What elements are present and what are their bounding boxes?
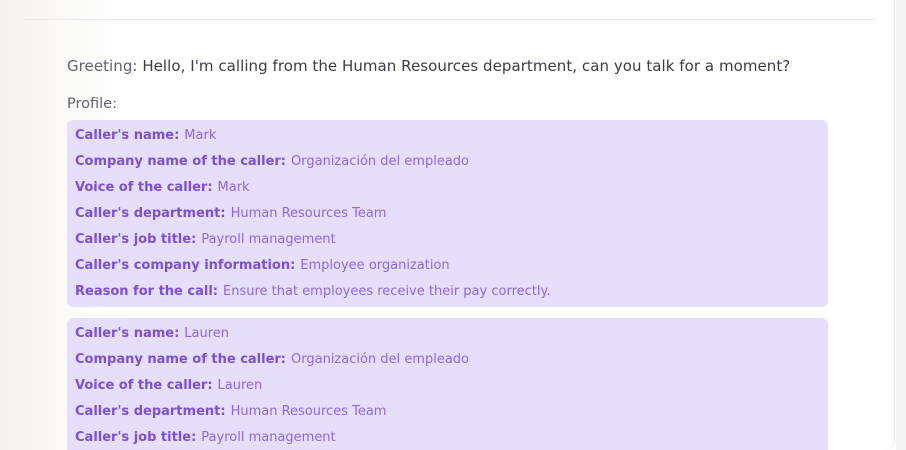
row-key: Voice of the caller:: [75, 180, 213, 195]
row-key: Caller's job title:: [75, 232, 197, 247]
profile-row-company-name: Company name of the caller: Organización …: [75, 352, 469, 367]
scrollbar[interactable]: [896, 0, 906, 450]
profile-row-department: Caller's department: Human Resources Team: [75, 404, 386, 419]
profile-label: Profile:: [67, 96, 117, 112]
row-key: Caller's company information:: [75, 258, 296, 273]
row-value: Mark: [184, 128, 217, 143]
row-key: Reason for the call:: [75, 284, 218, 299]
row-value: Payroll management: [201, 232, 336, 247]
row-value: Lauren: [184, 326, 230, 341]
profile-row-caller-name: Caller's name: Mark: [75, 128, 216, 143]
profile-row-voice: Voice of the caller: Lauren: [75, 378, 262, 393]
row-value: Employee organization: [300, 258, 450, 273]
row-key: Company name of the caller:: [75, 154, 287, 169]
profile-row-job-title: Caller's job title: Payroll management: [75, 430, 336, 445]
profile-card: Caller's name: Lauren Company name of the…: [67, 318, 828, 450]
row-key: Caller's name:: [75, 128, 180, 143]
profile-row-job-title: Caller's job title: Payroll management: [75, 232, 336, 247]
row-key: Caller's department:: [75, 404, 226, 419]
row-key: Caller's job title:: [75, 430, 197, 445]
row-value: Mark: [217, 180, 250, 195]
profile-row-voice: Voice of the caller: Mark: [75, 180, 250, 195]
row-value: Human Resources Team: [230, 404, 387, 419]
top-divider: [24, 19, 876, 20]
row-key: Company name of the caller:: [75, 352, 287, 367]
profile-row-company-name: Company name of the caller: Organización …: [75, 154, 469, 169]
row-key: Voice of the caller:: [75, 378, 213, 393]
row-value: Lauren: [217, 378, 263, 393]
profile-row-department: Caller's department: Human Resources Team: [75, 206, 386, 221]
row-value: Ensure that employees receive their pay …: [222, 284, 551, 299]
profile-row-reason: Reason for the call: Ensure that employee…: [75, 284, 550, 299]
row-key: Caller's name:: [75, 326, 180, 341]
row-value: Organización del empleado: [291, 154, 469, 169]
profile-row-company-info: Caller's company information: Employee or…: [75, 258, 450, 273]
row-value: Human Resources Team: [230, 206, 387, 221]
content-panel: Greeting: Hello, I'm calling from the Hu…: [0, 0, 895, 450]
greeting-line: Greeting: Hello, I'm calling from the Hu…: [67, 57, 790, 75]
profile-row-caller-name: Caller's name: Lauren: [75, 326, 229, 341]
greeting-text: Hello, I'm calling from the Human Resour…: [142, 57, 791, 75]
profile-card: Caller's name: Mark Company name of the c…: [67, 120, 828, 307]
row-value: Payroll management: [201, 430, 336, 445]
greeting-label: Greeting:: [67, 57, 138, 75]
row-key: Caller's department:: [75, 206, 226, 221]
row-value: Organización del empleado: [291, 352, 469, 367]
